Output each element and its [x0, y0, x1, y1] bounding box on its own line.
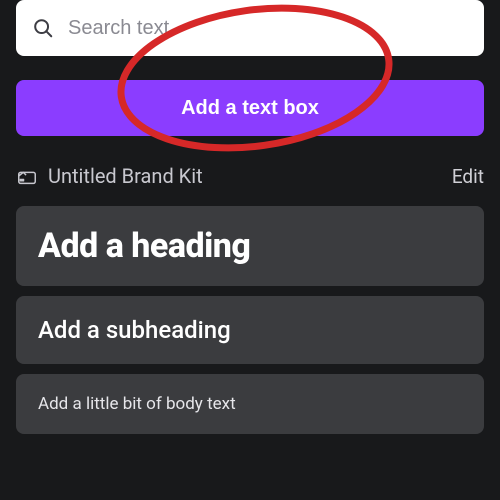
- search-input[interactable]: [68, 17, 468, 40]
- add-body-text-card[interactable]: Add a little bit of body text: [16, 374, 484, 434]
- edit-brand-kit-link[interactable]: Edit: [452, 165, 484, 188]
- brand-kit-label-group: Untitled Brand Kit: [16, 164, 203, 188]
- search-icon: [32, 17, 54, 39]
- heading-style-label: Add a heading: [38, 226, 462, 266]
- brand-kit-name: Untitled Brand Kit: [48, 164, 203, 188]
- brand-kit-icon: [16, 165, 38, 187]
- search-bar[interactable]: [16, 0, 484, 56]
- add-text-box-button[interactable]: Add a text box: [16, 80, 484, 136]
- brand-kit-row: Untitled Brand Kit Edit: [16, 164, 484, 188]
- body-style-label: Add a little bit of body text: [38, 394, 462, 414]
- add-heading-card[interactable]: Add a heading: [16, 206, 484, 286]
- add-subheading-card[interactable]: Add a subheading: [16, 296, 484, 364]
- subheading-style-label: Add a subheading: [38, 316, 462, 344]
